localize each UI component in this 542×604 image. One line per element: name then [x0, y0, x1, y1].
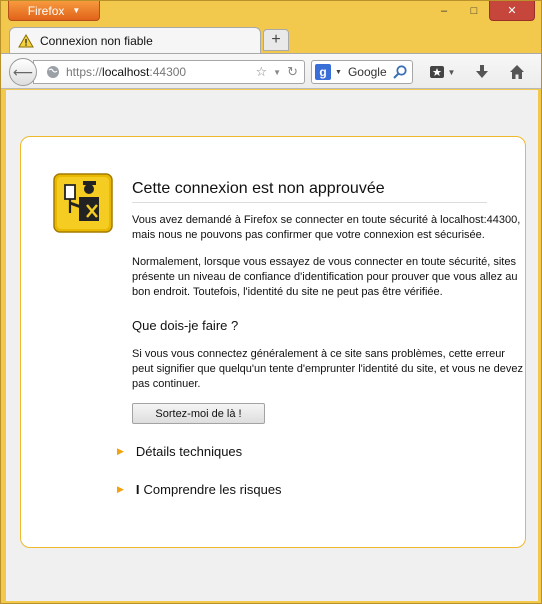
bookmark-star-icon[interactable]: ☆ [256, 64, 268, 81]
tab-title: Connexion non fiable [40, 33, 153, 48]
close-button[interactable]: ✕ [489, 1, 535, 21]
text-cursor-icon: I [135, 482, 140, 497]
firefox-menu-button[interactable]: Firefox ▼ [8, 1, 100, 21]
expand-arrow-icon: ▶ [117, 446, 124, 456]
error-box: Cette connexion est non approuvée Vous a… [20, 136, 526, 548]
chevron-down-icon[interactable]: ▼ [335, 69, 342, 76]
technical-details-label: Détails techniques [135, 444, 243, 459]
chevron-down-icon: ▼ [447, 67, 456, 77]
understand-risks-label: Comprendre les risques [143, 482, 282, 497]
url-bar[interactable]: https://localhost:44300 ☆ ▼ ↻ [33, 60, 305, 84]
search-engine-placeholder: Google [347, 65, 387, 79]
tab-strip: Connexion non fiable + [1, 25, 541, 53]
expand-arrow-icon: ▶ [117, 484, 124, 494]
firefox-menu-label: Firefox [27, 3, 65, 18]
title-bar: Firefox ▼ – □ ✕ [1, 1, 541, 25]
tab-untrusted-connection[interactable]: Connexion non fiable [9, 27, 261, 53]
warning-icon [18, 33, 34, 47]
downloads-button[interactable] [471, 61, 493, 83]
bookmarks-menu-button[interactable]: ▼ [425, 61, 459, 83]
home-icon [510, 65, 524, 79]
get-me-out-button[interactable]: Sortez-moi de là ! [132, 403, 265, 424]
error-intro-text: Vous avez demandé à Firefox se connecter… [132, 214, 521, 241]
back-button[interactable]: ⟵ [9, 58, 37, 86]
error-explanation-text: Normalement, lorsque vous essayez de vou… [132, 256, 518, 298]
what-to-do-text: Si vous vous connectez généralement à ce… [132, 348, 523, 390]
back-arrow-icon: ⟵ [12, 63, 34, 80]
url-port: :44300 [149, 65, 187, 79]
browser-window: Firefox ▼ – □ ✕ Connexion non fiable + h… [0, 0, 542, 604]
globe-icon [47, 66, 59, 78]
google-engine-icon[interactable]: g [315, 64, 331, 80]
page-content: Cette connexion est non approuvée Vous a… [6, 90, 538, 601]
download-arrow-icon [476, 65, 488, 78]
url-host: localhost [102, 65, 150, 79]
technical-details-expander[interactable]: ▶ Détails techniques [117, 444, 242, 459]
what-to-do-heading: Que dois-je faire ? [132, 318, 239, 333]
reload-icon[interactable]: ↻ [287, 64, 298, 81]
understand-risks-expander[interactable]: ▶ I Comprendre les risques [117, 482, 282, 497]
bookmarks-icon [429, 66, 444, 78]
new-tab-button[interactable]: + [263, 29, 289, 51]
minimize-button[interactable]: – [429, 1, 459, 21]
untrusted-certificate-icon [53, 173, 113, 233]
dropdown-arrow-icon[interactable]: ▼ [273, 64, 281, 81]
navigation-toolbar: https://localhost:44300 ☆ ▼ ↻ ⟵ g ▼ Goog… [1, 53, 541, 89]
search-bar[interactable]: g ▼ Google [311, 60, 413, 84]
search-icon[interactable] [392, 64, 408, 80]
maximize-button[interactable]: □ [459, 1, 489, 21]
error-title: Cette connexion est non approuvée [132, 180, 487, 203]
url-text: https://localhost:44300 [66, 65, 186, 79]
window-controls: – □ ✕ [429, 1, 535, 21]
chevron-down-icon: ▼ [72, 6, 81, 15]
home-button[interactable] [506, 61, 528, 83]
url-scheme: https:// [66, 65, 103, 79]
